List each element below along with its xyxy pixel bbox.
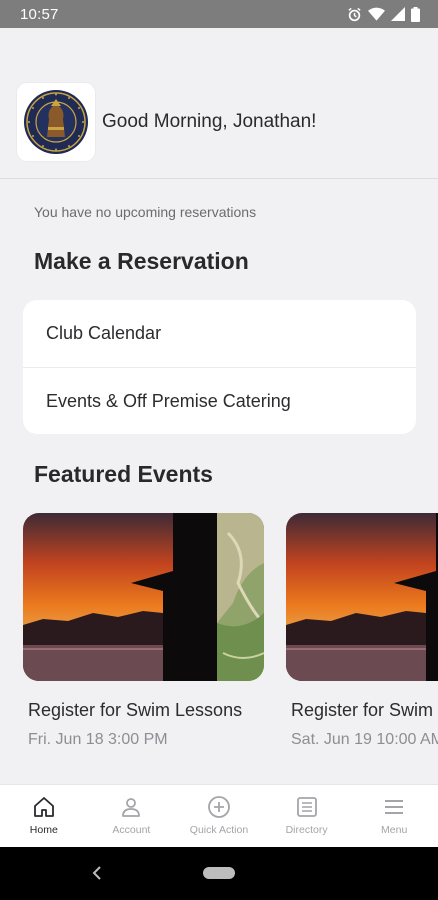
tab-directory[interactable]: Directory: [263, 785, 351, 847]
menu-icon: [385, 800, 404, 814]
event-card[interactable]: Register for Swim Lessons Fri. Jun 18 3:…: [23, 513, 264, 749]
tab-label: Menu: [381, 824, 408, 836]
club-logo: [17, 83, 95, 161]
tab-label: Quick Action: [189, 824, 249, 836]
event-date: Fri. Jun 18 3:00 PM: [28, 731, 168, 748]
home-pill[interactable]: [203, 867, 235, 879]
featured-events-carousel[interactable]: Register for Swim Lessons Fri. Jun 18 3:…: [23, 513, 438, 749]
status-icons: [347, 6, 420, 22]
person-icon: [122, 798, 141, 817]
directory-icon: [296, 797, 317, 817]
battery-icon: [411, 6, 420, 22]
event-image: [286, 513, 438, 681]
club-calendar-item[interactable]: Club Calendar: [23, 300, 416, 367]
home-screen: Good Morning, Jonathan! You have no upco…: [0, 28, 438, 847]
events-catering-item[interactable]: Events & Off Premise Catering: [23, 367, 416, 434]
signal-icon: [391, 7, 405, 21]
home-icon: [33, 797, 54, 817]
event-title: Register for Swim Lessons: [28, 700, 243, 720]
wifi-icon: [368, 7, 385, 21]
tab-account[interactable]: Account: [88, 785, 176, 847]
header: Good Morning, Jonathan!: [17, 83, 316, 161]
event-date: Sat. Jun 19 10:00 AM: [291, 731, 438, 748]
plus-circle-icon: [208, 796, 230, 818]
system-navigation-bar: [0, 847, 438, 900]
alarm-icon: [348, 7, 361, 21]
event-image: [23, 513, 264, 681]
tab-home[interactable]: Home: [0, 785, 88, 847]
reservation-options-card: Club Calendar Events & Off Premise Cater…: [23, 300, 416, 434]
tab-quick-action[interactable]: Quick Action: [175, 785, 263, 847]
tab-label: Home: [29, 824, 58, 836]
tab-label: Account: [112, 824, 151, 836]
event-title: Register for Swim Lessons: [291, 700, 438, 720]
greeting-text: Good Morning, Jonathan!: [102, 111, 317, 132]
club-logo-icon: [24, 90, 88, 154]
featured-events-title: Featured Events: [34, 461, 213, 487]
status-time: 10:57: [20, 5, 59, 23]
status-bar: 10:57: [0, 0, 438, 28]
back-icon[interactable]: [88, 863, 108, 883]
event-card[interactable]: Register for Swim Lessons Sat. Jun 19 10…: [286, 513, 438, 749]
tab-label: Directory: [285, 824, 328, 836]
make-reservation-title: Make a Reservation: [34, 248, 249, 274]
no-reservations-text: You have no upcoming reservations: [34, 204, 257, 220]
header-divider: [0, 178, 438, 179]
bottom-tab-bar: Home Account Quick Action Directory Menu: [0, 784, 438, 847]
tab-menu[interactable]: Menu: [350, 785, 438, 847]
